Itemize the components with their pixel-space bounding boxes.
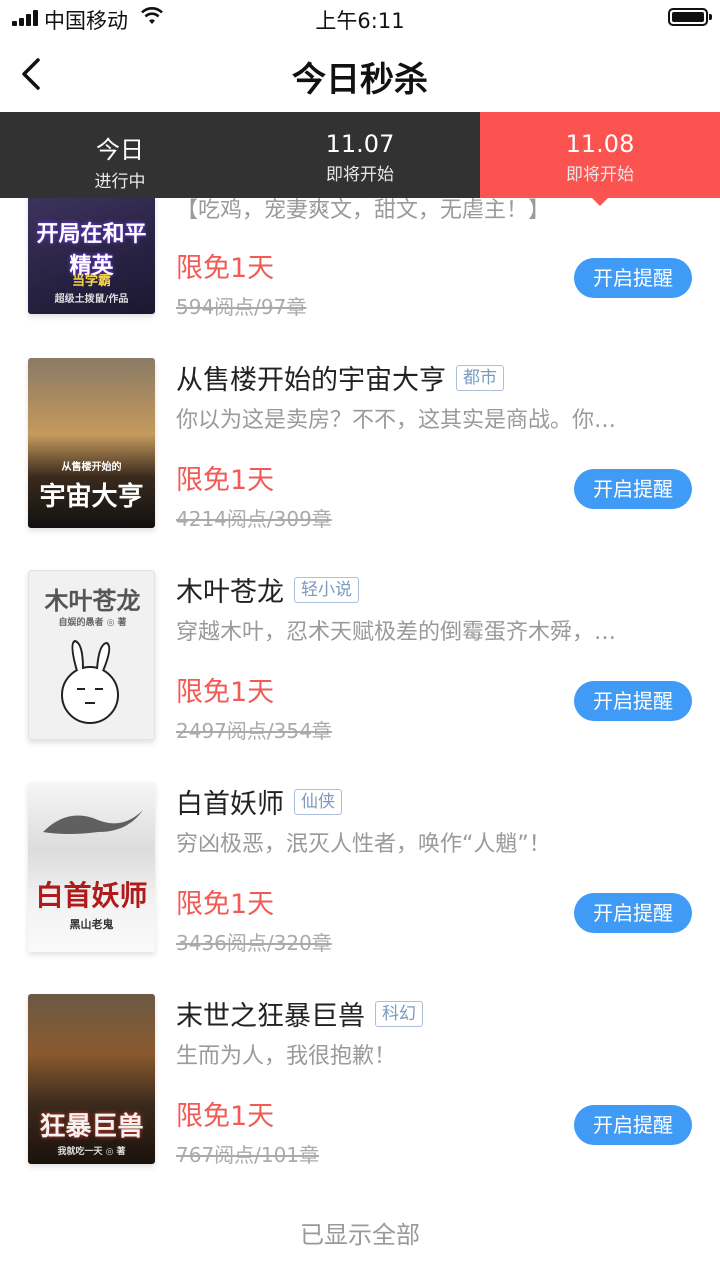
free-label: 限免1天 (176, 1101, 275, 1132)
genre-tag: 科幻 (375, 1000, 423, 1027)
book-title-row: 末世之狂暴巨兽 科幻 (176, 994, 423, 1033)
cover-rabbit-illustration (61, 639, 119, 724)
book-description: 你以为这是卖房？不不，这其实是商战。你… (176, 408, 617, 433)
cover-title-text: 宇宙大亨 (39, 482, 144, 512)
cover-smoke-illustration (43, 810, 143, 834)
tab-label: 11.08 (565, 130, 635, 158)
remind-button[interactable]: 开启提醒 (574, 681, 692, 721)
tab-sublabel: 进行中 (94, 172, 146, 192)
cover-subtitle-text: 自娱的愚者 ◎ 著 (58, 618, 127, 628)
book-stats: 767阅点/101章 (176, 1143, 320, 1167)
free-label: 限免1天 (176, 465, 275, 496)
list-item[interactable]: 开局在和平精英 当学霸 超级土拨鼠/作品 【吃鸡，宠妻爽文，甜文，无虐主！】 限… (0, 198, 720, 370)
date-tabs: 今日 进行中 11.07 即将开始 11.08 即将开始 (0, 112, 720, 206)
remind-button[interactable]: 开启提醒 (574, 469, 692, 509)
list-item[interactable]: 狂暴巨兽 我就吃一天 ◎ 著 末世之狂暴巨兽 科幻 生而为人，我很抱歉！ 限免1… (0, 994, 720, 1206)
cover-subtitle-text: 当学霸 (71, 274, 111, 289)
free-label: 限免1天 (176, 677, 275, 708)
book-stats: 4214阅点/309章 (176, 507, 332, 531)
list-item[interactable]: 木叶苍龙 自娱的愚者 ◎ 著 木叶苍龙 轻小说 穿越木叶，忍术天赋极差的倒霉蛋齐… (0, 570, 720, 782)
status-bar: 中国移动 上午6:11 (0, 0, 720, 36)
cover-title-text: 狂暴巨兽 (39, 1112, 144, 1142)
remind-button[interactable]: 开启提醒 (574, 1105, 692, 1145)
genre-tag: 都市 (456, 364, 504, 391)
tab-label: 今日 (96, 136, 144, 164)
tab-1108[interactable]: 11.08 即将开始 (480, 112, 720, 206)
clock: 上午6:11 (315, 9, 405, 33)
list-item[interactable]: 白首妖师 黑山老鬼 白首妖师 仙侠 穷凶极恶，泯灭人性者，唤作“人魈”！ 限免1… (0, 782, 720, 994)
cover-subtitle-text: 我就吃一天 ◎ 著 (57, 1147, 126, 1157)
book-cover[interactable]: 木叶苍龙 自娱的愚者 ◎ 著 (28, 570, 155, 740)
tab-sublabel: 即将开始 (326, 165, 394, 185)
cover-subtitle-text: 黑山老鬼 (69, 918, 114, 931)
book-list: 开局在和平精英 当学霸 超级土拨鼠/作品 【吃鸡，宠妻爽文，甜文，无虐主！】 限… (0, 198, 720, 1280)
book-description: 【吃鸡，宠妻爽文，甜文，无虐主！】 (176, 198, 551, 223)
book-stats: 594阅点/97章 (176, 295, 307, 319)
tab-today[interactable]: 今日 进行中 (0, 112, 240, 198)
book-stats: 2497阅点/354章 (176, 719, 332, 743)
cover-title-text: 白首妖师 (35, 879, 148, 912)
page-title: 今日秒杀 (292, 60, 428, 100)
book-title: 末世之狂暴巨兽 (176, 1001, 365, 1032)
book-cover[interactable]: 开局在和平精英 当学霸 超级土拨鼠/作品 (28, 198, 155, 314)
free-label: 限免1天 (176, 253, 275, 284)
cover-author-text: 超级土拨鼠/作品 (54, 294, 129, 305)
tab-sublabel: 即将开始 (566, 165, 634, 185)
book-title: 从售楼开始的宇宙大亨 (176, 365, 446, 396)
book-title-row: 白首妖师 仙侠 (176, 782, 342, 821)
tab-label: 11.07 (325, 130, 395, 158)
book-title: 白首妖师 (176, 789, 284, 820)
genre-tag: 仙侠 (294, 788, 342, 815)
book-cover[interactable]: 狂暴巨兽 我就吃一天 ◎ 著 (28, 994, 155, 1164)
remind-button[interactable]: 开启提醒 (574, 258, 692, 298)
genre-tag: 轻小说 (294, 576, 359, 603)
tab-1107[interactable]: 11.07 即将开始 (240, 112, 480, 198)
free-label: 限免1天 (176, 889, 275, 920)
battery-icon (668, 8, 712, 26)
remind-button[interactable]: 开启提醒 (574, 893, 692, 933)
cover-title-text: 木叶苍龙 (44, 586, 141, 615)
book-description: 生而为人，我很抱歉！ (176, 1044, 397, 1069)
book-cover[interactable]: 白首妖师 黑山老鬼 (28, 782, 155, 952)
book-stats: 3436阅点/320章 (176, 931, 332, 955)
book-title-row: 从售楼开始的宇宙大亨 都市 (176, 358, 504, 397)
book-description: 穿越木叶，忍术天赋极差的倒霉蛋齐木舜，… (176, 620, 617, 645)
nav-bar: 今日秒杀 (0, 36, 720, 112)
book-description: 穷凶极恶，泯灭人性者，唤作“人魈”！ (176, 832, 551, 857)
book-cover[interactable]: 从售楼开始的 宇宙大亨 (28, 358, 155, 528)
cover-subtitle-text: 从售楼开始的 (61, 462, 122, 473)
list-item[interactable]: 从售楼开始的 宇宙大亨 从售楼开始的宇宙大亨 都市 你以为这是卖房？不不，这其实… (0, 358, 720, 570)
list-end-label: 已显示全部 (300, 1221, 420, 1249)
book-title-row: 木叶苍龙 轻小说 (176, 570, 359, 609)
book-title: 木叶苍龙 (176, 577, 284, 608)
